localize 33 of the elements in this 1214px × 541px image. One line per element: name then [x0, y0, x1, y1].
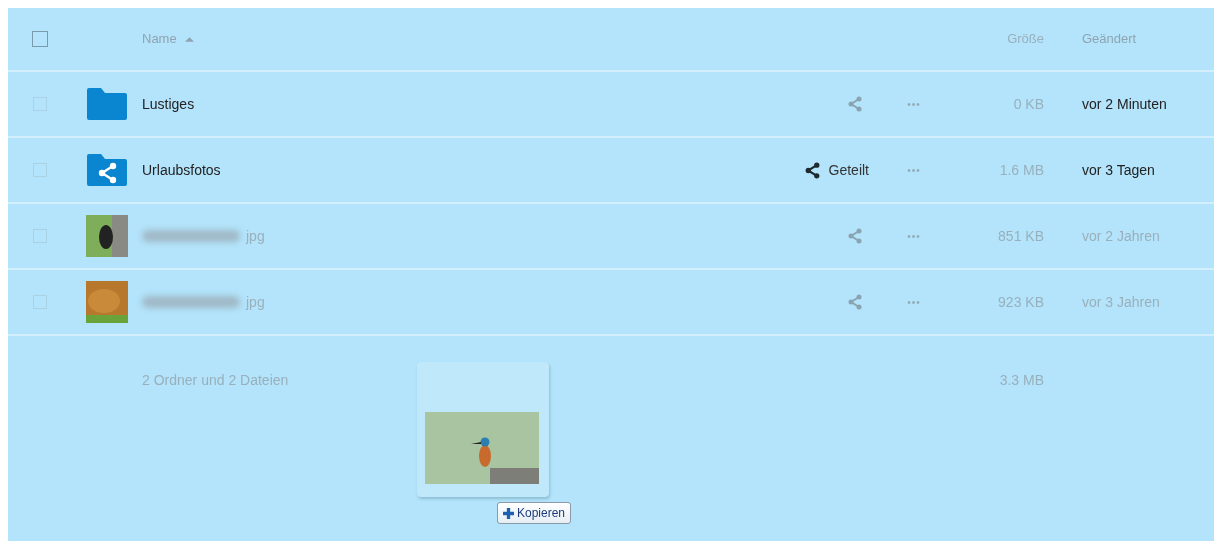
share-icon[interactable] [847, 228, 863, 244]
file-name[interactable]: Urlaubsfotos [142, 159, 221, 181]
more-actions-icon[interactable]: ••• [907, 98, 921, 110]
file-size: 0 KB [1013, 95, 1044, 112]
more-actions-icon[interactable]: ••• [907, 296, 921, 308]
share-icon [803, 161, 821, 179]
column-header[interactable]: Größe [1007, 31, 1044, 47]
copy-tooltip: Kopieren [497, 502, 572, 524]
modified-date: vor 3 Jahren [1082, 293, 1160, 310]
file-size: 1.6 MB [999, 161, 1044, 178]
photo-placeholder [86, 215, 128, 257]
file-name[interactable]: Lustiges [142, 93, 195, 115]
share-link[interactable]: Geteilt [803, 159, 869, 181]
shared-folder-icon [87, 154, 127, 186]
column-header[interactable]: Geändert [1082, 31, 1137, 47]
folder-icon [87, 88, 127, 120]
file-name[interactable]: jpg [246, 225, 265, 247]
modified-date: vor 2 Minuten [1082, 95, 1167, 112]
modified-date: vor 2 Jahren [1082, 227, 1160, 244]
file-name[interactable]: jpg [246, 291, 265, 313]
file-size: 923 KB [998, 293, 1044, 310]
photo-placeholder [86, 281, 128, 323]
column-header[interactable]: Name [142, 29, 177, 49]
more-actions-icon[interactable]: ••• [907, 164, 921, 176]
share-icon[interactable] [847, 96, 863, 112]
share-icon[interactable] [847, 294, 863, 310]
modified-date: vor 3 Tagen [1082, 161, 1155, 178]
file-size: 851 KB [998, 227, 1044, 244]
plus-icon [503, 507, 514, 519]
summary-text: 2 Ordner und 2 Dateien [142, 371, 289, 390]
select-all-checkbox[interactable] [32, 31, 48, 47]
more-actions-icon[interactable]: ••• [907, 230, 921, 242]
total-size: 3.3 MB [999, 372, 1044, 388]
